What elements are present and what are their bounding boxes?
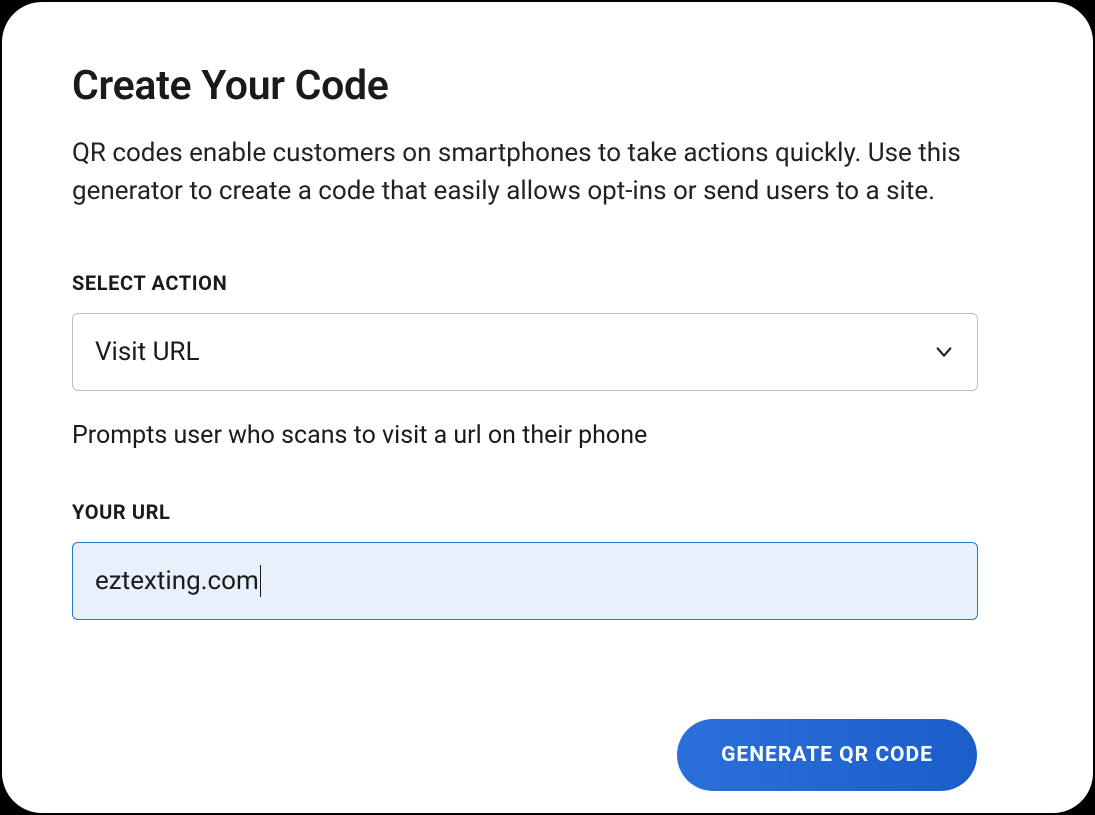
- url-input-value: eztexting.com: [95, 566, 259, 596]
- create-code-card: Create Your Code QR codes enable custome…: [2, 2, 1093, 813]
- generate-qr-button[interactable]: GENERATE QR CODE: [677, 719, 977, 791]
- text-caret: [260, 565, 261, 597]
- select-action-label: SELECT ACTION: [72, 271, 1023, 295]
- action-helper-text: Prompts user who scans to visit a url on…: [72, 421, 1023, 450]
- url-field-label: YOUR URL: [72, 500, 1023, 524]
- action-select[interactable]: Visit URL: [72, 313, 978, 391]
- page-title: Create Your Code: [72, 62, 1023, 110]
- action-select-value: Visit URL: [95, 337, 199, 367]
- page-description: QR codes enable customers on smartphones…: [72, 134, 1023, 211]
- chevron-down-icon: [933, 341, 955, 363]
- url-input[interactable]: eztexting.com: [72, 542, 978, 620]
